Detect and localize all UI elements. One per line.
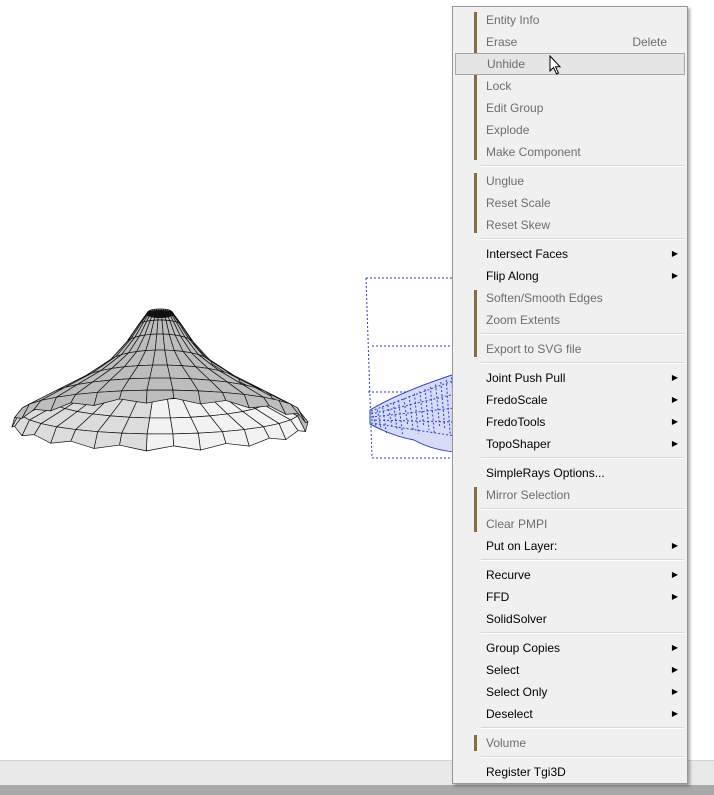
submenu-arrow-icon: ▶: [671, 709, 678, 718]
menu-item-label: SolidSolver: [486, 612, 547, 626]
menu-item-register-tgi3d[interactable]: Register Tgi3D: [453, 761, 687, 783]
menu-item-label: Edit Group: [486, 101, 544, 115]
menu-item-label: Reset Scale: [486, 196, 551, 210]
menu-item-label: Lock: [486, 79, 512, 93]
menu-item-label: Joint Push Pull: [486, 371, 566, 385]
submenu-arrow-icon: ▶: [671, 395, 678, 404]
menu-item-label: Unglue: [486, 174, 525, 188]
menu-item-group-copies[interactable]: Group Copies ▶: [453, 637, 687, 659]
menu-item-unglue[interactable]: Unglue: [453, 170, 687, 192]
menu-separator: [481, 756, 684, 758]
menu-item-label: Put on Layer:: [486, 539, 558, 553]
menu-item-select[interactable]: Select ▶: [453, 659, 687, 681]
submenu-arrow-icon: ▶: [671, 592, 678, 601]
menu-item-label: Export to SVG file: [486, 342, 582, 356]
menu-separator: [481, 508, 684, 510]
context-menu: Entity Info Erase Delete Unhide Lock Edit Gro…: [452, 6, 688, 784]
menu-item-label: Unhide: [487, 57, 526, 71]
menu-item-put-on-layer[interactable]: Put on Layer: ▶: [453, 535, 687, 557]
menu-item-solidsolver[interactable]: SolidSolver: [453, 608, 687, 630]
menu-separator: [481, 238, 684, 240]
submenu-arrow-icon: ▶: [671, 687, 678, 696]
menu-item-fredoscale[interactable]: FredoScale ▶: [453, 389, 687, 411]
menu-separator: [481, 727, 684, 729]
selected-mesh-model[interactable]: [0, 0, 460, 470]
menu-item-label: SimpleRays Options...: [486, 466, 605, 480]
menu-item-label: Register Tgi3D: [486, 765, 566, 779]
menu-item-label: Intersect Faces: [486, 247, 569, 261]
menu-item-label: Explode: [486, 123, 530, 137]
menu-item-label: Soften/Smooth Edges: [486, 291, 603, 305]
menu-item-erase[interactable]: Erase Delete: [453, 31, 687, 53]
menu-item-export-to-svg-file[interactable]: Export to SVG file: [453, 338, 687, 360]
menu-item-recurve[interactable]: Recurve ▶: [453, 564, 687, 586]
menu-item-clear-pmpi[interactable]: Clear PMPI: [453, 513, 687, 535]
menu-item-label: Volume: [486, 736, 527, 750]
menu-item-explode[interactable]: Explode: [453, 119, 687, 141]
menu-item-edit-group[interactable]: Edit Group: [453, 97, 687, 119]
submenu-arrow-icon: ▶: [671, 417, 678, 426]
menu-item-label: Entity Info: [486, 13, 540, 27]
menu-item-label: Zoom Extents: [486, 313, 561, 327]
menu-item-lock[interactable]: Lock: [453, 75, 687, 97]
submenu-arrow-icon: ▶: [671, 570, 678, 579]
menu-separator: [481, 632, 684, 634]
menu-item-label: Clear PMPI: [486, 517, 548, 531]
menu-item-label: Select Only: [486, 685, 548, 699]
menu-separator: [481, 333, 684, 335]
submenu-arrow-icon: ▶: [671, 665, 678, 674]
menu-item-label: Make Component: [486, 145, 581, 159]
submenu-arrow-icon: ▶: [671, 541, 678, 550]
menu-item-label: Mirror Selection: [486, 488, 571, 502]
menu-separator: [481, 457, 684, 459]
taskbar-strip: [0, 785, 714, 795]
menu-separator: [481, 362, 684, 364]
submenu-arrow-icon: ▶: [671, 439, 678, 448]
menu-item-make-component[interactable]: Make Component: [453, 141, 687, 163]
menu-item-joint-push-pull[interactable]: Joint Push Pull ▶: [453, 367, 687, 389]
menu-item-label: FFD: [486, 590, 510, 604]
menu-item-fredotools[interactable]: FredoTools ▶: [453, 411, 687, 433]
submenu-arrow-icon: ▶: [671, 373, 678, 382]
menu-item-deselect[interactable]: Deselect ▶: [453, 703, 687, 725]
menu-item-select-only[interactable]: Select Only ▶: [453, 681, 687, 703]
menu-item-label: FredoScale: [486, 393, 548, 407]
menu-item-soften-smooth-edges[interactable]: Soften/Smooth Edges: [453, 287, 687, 309]
menu-item-zoom-extents[interactable]: Zoom Extents: [453, 309, 687, 331]
menu-item-reset-skew[interactable]: Reset Skew: [453, 214, 687, 236]
menu-item-unhide[interactable]: Unhide: [455, 53, 685, 75]
menu-item-label: Deselect: [486, 707, 533, 721]
menu-item-label: TopoShaper: [486, 437, 551, 451]
menu-item-shortcut: Delete: [632, 35, 667, 49]
menu-item-ffd[interactable]: FFD ▶: [453, 586, 687, 608]
submenu-arrow-icon: ▶: [671, 249, 678, 258]
menu-item-label: FredoTools: [486, 415, 546, 429]
menu-item-mirror-selection[interactable]: Mirror Selection: [453, 484, 687, 506]
menu-item-toposhaper[interactable]: TopoShaper ▶: [453, 433, 687, 455]
menu-item-label: Group Copies: [486, 641, 561, 655]
menu-item-entity-info[interactable]: Entity Info: [453, 9, 687, 31]
menu-item-intersect-faces[interactable]: Intersect Faces ▶: [453, 243, 687, 265]
submenu-arrow-icon: ▶: [671, 271, 678, 280]
submenu-arrow-icon: ▶: [671, 643, 678, 652]
menu-separator: [481, 559, 684, 561]
menu-item-simplerays-options[interactable]: SimpleRays Options...: [453, 462, 687, 484]
menu-item-label: Reset Skew: [486, 218, 551, 232]
menu-item-label: Select: [486, 663, 520, 677]
menu-item-label: Erase: [486, 35, 518, 49]
menu-separator: [481, 165, 684, 167]
menu-item-reset-scale[interactable]: Reset Scale: [453, 192, 687, 214]
menu-item-label: Recurve: [486, 568, 531, 582]
mouse-cursor-icon: [549, 55, 562, 75]
menu-item-label: Flip Along: [486, 269, 539, 283]
menu-item-flip-along[interactable]: Flip Along ▶: [453, 265, 687, 287]
menu-item-volume[interactable]: Volume: [453, 732, 687, 754]
